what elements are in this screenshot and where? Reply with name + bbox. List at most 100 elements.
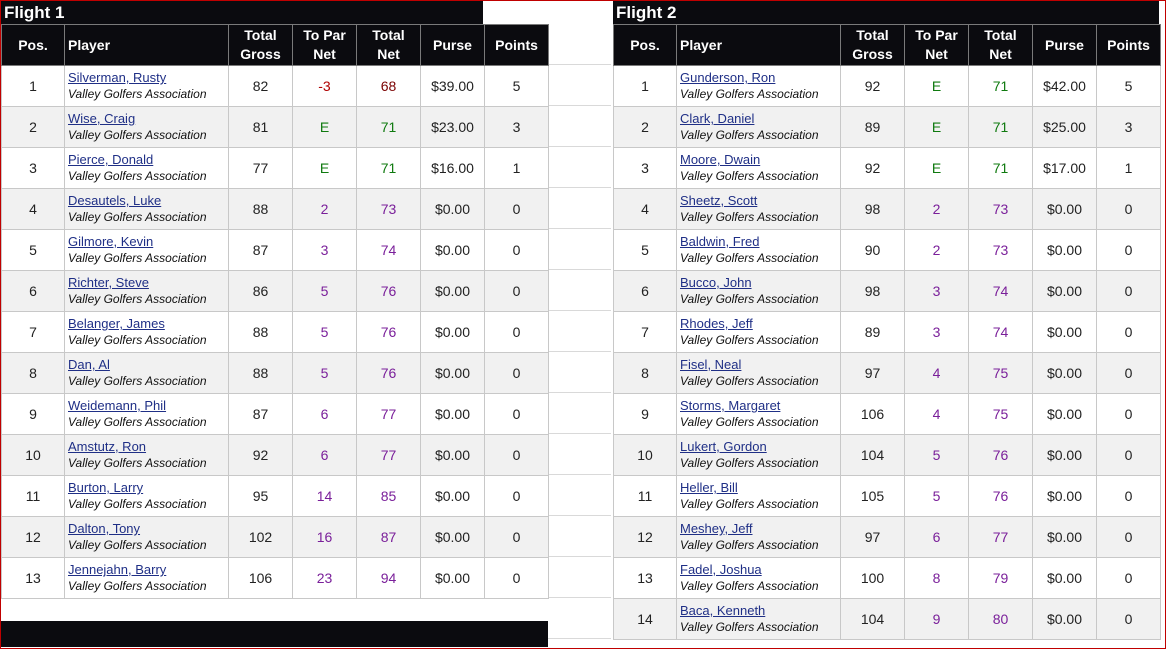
total-gross-cell: 97 [840, 516, 905, 558]
player-cell: Wise, Craig Valley Golfers Association [64, 106, 229, 148]
player-link[interactable]: Baca, Kenneth [680, 603, 840, 618]
club-name: Valley Golfers Association [68, 456, 207, 470]
player-link[interactable]: Silverman, Rusty [68, 70, 228, 85]
player-link[interactable]: Heller, Bill [680, 480, 840, 495]
pos-cell: 1 [1, 65, 65, 107]
to-par-net-cell: -3 [292, 65, 357, 107]
gap-gridline [548, 556, 611, 557]
table-row: 13 Jennejahn, Barry Valley Golfers Associa… [1, 557, 549, 599]
player-link[interactable]: Fadel, Joshua [680, 562, 840, 577]
flight-1-title: Flight 1 [1, 1, 483, 24]
player-link[interactable]: Baldwin, Fred [680, 234, 840, 249]
total-net-cell: 77 [968, 516, 1033, 558]
to-par-net-cell: E [904, 106, 969, 148]
to-par-net-cell: 5 [904, 434, 969, 476]
purse-cell: $42.00 [1032, 65, 1097, 107]
points-cell: 0 [484, 475, 549, 517]
total-gross-cell: 81 [228, 106, 293, 148]
table-row: 6 Bucco, John Valley Golfers Association 98… [613, 270, 1161, 312]
total-gross-cell: 92 [840, 65, 905, 107]
total-net-cell: 94 [356, 557, 421, 599]
to-par-net-cell: 6 [292, 434, 357, 476]
club-name: Valley Golfers Association [68, 538, 207, 552]
points-cell: 3 [484, 106, 549, 148]
player-link[interactable]: Gilmore, Kevin [68, 234, 228, 249]
total-gross-cell: 98 [840, 188, 905, 230]
col-to-par-net: To Par Net [292, 24, 357, 66]
player-link[interactable]: Burton, Larry [68, 480, 228, 495]
club-name: Valley Golfers Association [680, 456, 819, 470]
flight-1-table: Pos. Player Total Gross To Par Net Total Ne… [1, 24, 549, 599]
player-link[interactable]: Meshey, Jeff [680, 521, 840, 536]
table-row: 7 Belanger, James Valley Golfers Associati… [1, 311, 549, 353]
table-row: 8 Fisel, Neal Valley Golfers Association 97… [613, 352, 1161, 394]
player-link[interactable]: Clark, Daniel [680, 111, 840, 126]
club-name: Valley Golfers Association [68, 169, 207, 183]
to-par-net-cell: 8 [904, 557, 969, 599]
player-link[interactable]: Dan, Al [68, 357, 228, 372]
to-par-net-cell: E [904, 65, 969, 107]
player-cell: Bucco, John Valley Golfers Association [676, 270, 841, 312]
club-name: Valley Golfers Association [68, 210, 207, 224]
gap-gridline [548, 638, 611, 639]
pos-cell: 2 [613, 106, 677, 148]
flight-2-table: Pos. Player Total Gross To Par Net Total Ne… [613, 24, 1161, 640]
points-cell: 0 [1096, 270, 1161, 312]
player-cell: Silverman, Rusty Valley Golfers Associati… [64, 65, 229, 107]
player-cell: Baldwin, Fred Valley Golfers Association [676, 229, 841, 271]
player-link[interactable]: Storms, Margaret [680, 398, 840, 413]
to-par-net-cell: E [292, 147, 357, 189]
player-link[interactable]: Dalton, Tony [68, 521, 228, 536]
total-gross-cell: 87 [228, 393, 293, 435]
player-link[interactable]: Pierce, Donald [68, 152, 228, 167]
player-link[interactable]: Fisel, Neal [680, 357, 840, 372]
table-row: 13 Fadel, Joshua Valley Golfers Associatio… [613, 557, 1161, 599]
player-link[interactable]: Amstutz, Ron [68, 439, 228, 454]
player-link[interactable]: Moore, Dwain [680, 152, 840, 167]
col-to-par-net: To Par Net [904, 24, 969, 66]
col-purse: Purse [1032, 24, 1097, 66]
table-row: 3 Pierce, Donald Valley Golfers Associatio… [1, 147, 549, 189]
player-link[interactable]: Wise, Craig [68, 111, 228, 126]
total-net-cell: 76 [356, 311, 421, 353]
to-par-net-cell: 2 [904, 229, 969, 271]
col-pos: Pos. [1, 24, 65, 66]
player-cell: Amstutz, Ron Valley Golfers Association [64, 434, 229, 476]
player-link[interactable]: Weidemann, Phil [68, 398, 228, 413]
col-total-net: Total Net [968, 24, 1033, 66]
purse-cell: $0.00 [1032, 475, 1097, 517]
gap-gridline [548, 228, 611, 229]
header-row: Pos. Player Total Gross To Par Net Total Ne… [613, 24, 1161, 66]
points-cell: 5 [1096, 65, 1161, 107]
player-link[interactable]: Rhodes, Jeff [680, 316, 840, 331]
flight-2-panel: Flight 2 Pos. Player Total Gross To Par Ne… [613, 1, 1161, 640]
purse-cell: $0.00 [1032, 352, 1097, 394]
player-link[interactable]: Sheetz, Scott [680, 193, 840, 208]
player-link[interactable]: Bucco, John [680, 275, 840, 290]
table-row: 9 Storms, Margaret Valley Golfers Associat… [613, 393, 1161, 435]
player-link[interactable]: Jennejahn, Barry [68, 562, 228, 577]
gap-gridline [548, 597, 611, 598]
player-cell: Belanger, James Valley Golfers Associatio… [64, 311, 229, 353]
points-cell: 0 [484, 229, 549, 271]
club-name: Valley Golfers Association [680, 538, 819, 552]
player-link[interactable]: Lukert, Gordon [680, 439, 840, 454]
player-link[interactable]: Richter, Steve [68, 275, 228, 290]
player-link[interactable]: Gunderson, Ron [680, 70, 840, 85]
club-name: Valley Golfers Association [680, 292, 819, 306]
player-link[interactable]: Desautels, Luke [68, 193, 228, 208]
club-name: Valley Golfers Association [680, 497, 819, 511]
points-cell: 5 [484, 65, 549, 107]
total-gross-cell: 104 [840, 434, 905, 476]
points-cell: 0 [484, 557, 549, 599]
player-cell: Weidemann, Phil Valley Golfers Associatio… [64, 393, 229, 435]
player-link[interactable]: Belanger, James [68, 316, 228, 331]
purse-cell: $17.00 [1032, 147, 1097, 189]
table-row: 10 Lukert, Gordon Valley Golfers Associati… [613, 434, 1161, 476]
pos-cell: 12 [613, 516, 677, 558]
to-par-net-cell: 4 [904, 393, 969, 435]
club-name: Valley Golfers Association [68, 415, 207, 429]
purse-cell: $16.00 [420, 147, 485, 189]
to-par-net-cell: 4 [904, 352, 969, 394]
total-net-cell: 76 [968, 434, 1033, 476]
